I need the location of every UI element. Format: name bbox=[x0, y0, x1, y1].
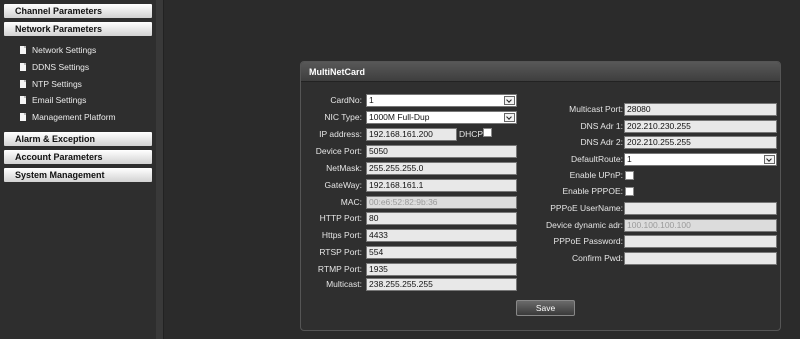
rtmp-port-input[interactable]: 1935 bbox=[366, 263, 517, 276]
nic-type-label: NIC Type: bbox=[324, 112, 362, 122]
sidebar-section-account-parameters[interactable]: Account Parameters bbox=[4, 150, 152, 164]
sidebar-item-label: Management Platform bbox=[32, 112, 116, 122]
gateway-input[interactable]: 192.168.161.1 bbox=[366, 179, 517, 192]
dns-adr-2-input[interactable]: 202.210.255.255 bbox=[624, 136, 777, 149]
confirm-pwd-label: Confirm Pwd: bbox=[571, 253, 623, 263]
default-route-label: DefaultRoute: bbox=[571, 154, 623, 164]
confirm-pwd-input[interactable] bbox=[624, 252, 777, 265]
sidebar-item-ntp-settings[interactable]: NTP Settings bbox=[20, 77, 82, 91]
enable-upnp-label: Enable UPnP: bbox=[569, 170, 623, 180]
sidebar-item-label: DDNS Settings bbox=[32, 62, 90, 72]
dhcp-checkbox[interactable] bbox=[483, 128, 492, 137]
device-port-label: Device Port: bbox=[315, 146, 362, 156]
ip-address-label: IP address: bbox=[319, 129, 362, 139]
document-icon bbox=[20, 113, 26, 121]
sidebar-item-label: Network Settings bbox=[32, 45, 97, 55]
device-port-input[interactable]: 5050 bbox=[366, 145, 517, 158]
ip-address-input[interactable]: 192.168.161.200 bbox=[366, 128, 457, 141]
device-dynamic-adr-input: 100.100.100.100 bbox=[624, 219, 777, 232]
sidebar-splitter bbox=[156, 0, 164, 339]
mac-input: 00:e6:52:82:9b:36 bbox=[366, 196, 517, 209]
pppoe-username-label: PPPoE UserName: bbox=[550, 203, 623, 213]
panel-title: MultiNetCard bbox=[301, 62, 780, 82]
netmask-input[interactable]: 255.255.255.0 bbox=[366, 162, 517, 175]
sidebar-item-label: NTP Settings bbox=[32, 79, 82, 89]
document-icon bbox=[20, 46, 26, 54]
sidebar-item-ddns-settings[interactable]: DDNS Settings bbox=[20, 60, 89, 74]
rtmp-port-label: RTMP Port: bbox=[317, 264, 362, 274]
chevron-down-icon[interactable] bbox=[504, 113, 515, 122]
sidebar-item-label: Email Settings bbox=[32, 95, 87, 105]
rtsp-port-label: RTSP Port: bbox=[319, 247, 362, 257]
dns-adr-1-label: DNS Adr 1: bbox=[580, 121, 623, 131]
dns-adr-1-input[interactable]: 202.210.230.255 bbox=[624, 120, 777, 133]
card-no-value: 1 bbox=[369, 95, 374, 105]
card-no-label: CardNo: bbox=[330, 95, 362, 105]
sidebar-section-system-management[interactable]: System Management bbox=[4, 168, 152, 182]
nic-type-select[interactable]: 1000M Full-Dup bbox=[366, 111, 517, 124]
nic-type-value: 1000M Full-Dup bbox=[369, 112, 430, 122]
sidebar-item-email-settings[interactable]: Email Settings bbox=[20, 93, 86, 107]
mac-label: MAC: bbox=[340, 197, 362, 207]
pppoe-password-label: PPPoE Password: bbox=[553, 236, 623, 246]
https-port-input[interactable]: 4433 bbox=[366, 229, 517, 242]
sidebar-item-management-platform[interactable]: Management Platform bbox=[20, 110, 116, 124]
gateway-label: GateWay: bbox=[324, 180, 362, 190]
netmask-label: NetMask: bbox=[326, 163, 362, 173]
rtsp-port-input[interactable]: 554 bbox=[366, 246, 517, 259]
pppoe-username-input[interactable] bbox=[624, 202, 777, 215]
enable-upnp-checkbox[interactable] bbox=[625, 171, 634, 180]
device-dynamic-adr-label: Device dynamic adr: bbox=[545, 220, 623, 230]
default-route-select[interactable]: 1 bbox=[624, 153, 777, 166]
http-port-label: HTTP Port: bbox=[319, 213, 362, 223]
chevron-down-icon[interactable] bbox=[504, 96, 515, 105]
sidebar-item-network-settings[interactable]: Network Settings bbox=[20, 43, 96, 57]
chevron-down-icon[interactable] bbox=[764, 155, 775, 164]
enable-pppoe-checkbox[interactable] bbox=[625, 187, 634, 196]
dns-adr-2-label: DNS Adr 2: bbox=[580, 137, 623, 147]
document-icon bbox=[20, 80, 26, 88]
sidebar-section-channel-parameters[interactable]: Channel Parameters bbox=[4, 4, 152, 18]
card-no-select[interactable]: 1 bbox=[366, 94, 517, 107]
http-port-input[interactable]: 80 bbox=[366, 212, 517, 225]
enable-pppoe-label: Enable PPPOE: bbox=[562, 186, 623, 196]
multinetcard-panel: MultiNetCard CardNo: 1 NIC Type: 1000M F… bbox=[300, 61, 781, 331]
document-icon bbox=[20, 96, 26, 104]
multicast-input[interactable]: 238.255.255.255 bbox=[366, 278, 517, 291]
https-port-label: Https Port: bbox=[321, 230, 362, 240]
multicast-label: Multicast: bbox=[326, 279, 362, 289]
save-button[interactable]: Save bbox=[516, 300, 575, 316]
sidebar-section-network-parameters[interactable]: Network Parameters bbox=[4, 22, 152, 36]
document-icon bbox=[20, 63, 26, 71]
multicast-port-label: Multicast Port: bbox=[569, 104, 623, 114]
dhcp-label: DHCP bbox=[459, 129, 484, 139]
default-route-value: 1 bbox=[627, 154, 632, 164]
sidebar-section-alarm-exception[interactable]: Alarm & Exception bbox=[4, 132, 152, 146]
pppoe-password-input[interactable] bbox=[624, 235, 777, 248]
sidebar: Channel Parameters Network Parameters Ne… bbox=[0, 0, 157, 339]
multicast-port-input[interactable]: 28080 bbox=[624, 103, 777, 116]
